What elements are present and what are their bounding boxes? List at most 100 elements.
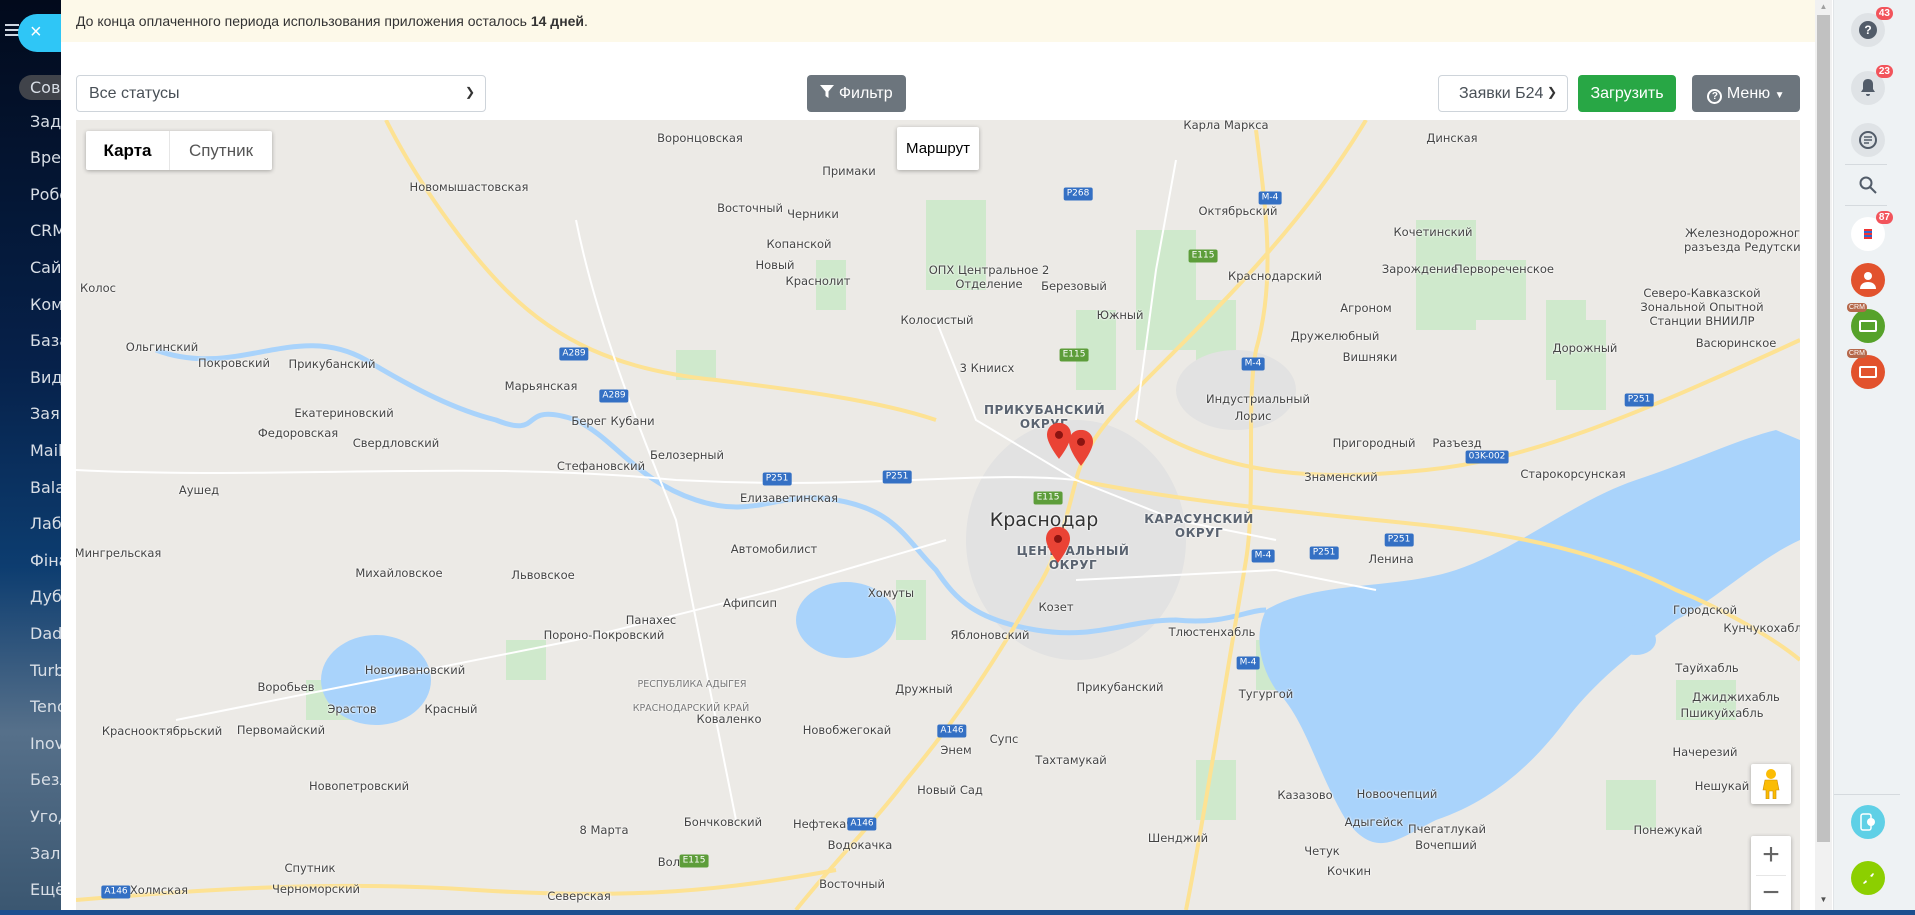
map-place-label: Воробьев <box>257 680 315 694</box>
sidebar-item[interactable]: Mail <box>30 441 61 460</box>
map-place-label: Тауйхабль <box>1675 661 1739 675</box>
map-place-label: Супс <box>989 732 1019 746</box>
map-place-label: КАРАСУНСКИЙ ОКРУГ <box>1144 512 1254 540</box>
notifications-button[interactable]: 23 <box>1851 65 1893 105</box>
map-place-label: Холмская <box>129 883 189 897</box>
map-place-label: Пригородный <box>1332 436 1416 450</box>
sidebar-item[interactable]: Залежи <box>30 844 61 863</box>
map-place-label: Адыгейск <box>1344 815 1404 829</box>
road-shield: A289 <box>599 389 629 403</box>
map-place-label: Ольгинский <box>125 340 199 354</box>
road-shield: E115 <box>1188 249 1218 263</box>
map-place-label: 3 Книисх <box>959 361 1015 375</box>
map-place-label: Краснооктябрьский <box>101 724 223 738</box>
map-type-satellite-button[interactable]: Спутник <box>169 131 272 170</box>
map-place-label: Примаки <box>822 164 876 178</box>
sidebar-item[interactable]: Ещё <box>30 880 61 899</box>
menu-dropdown-button[interactable]: ? Меню ▼ <box>1692 75 1800 112</box>
left-sidebar: × Совместная Задачи Время Роботы CRM Сайты Ком… <box>0 0 61 915</box>
sidebar-item[interactable]: Видео <box>30 368 61 387</box>
map-place-label: Яблоновский <box>950 628 1030 642</box>
map-marker[interactable] <box>1047 422 1071 459</box>
street-view-pegman[interactable] <box>1751 764 1791 804</box>
sidebar-item[interactable]: Фінанси <box>30 551 61 570</box>
source-select[interactable]: Заявки Б24 ❯ <box>1438 75 1568 112</box>
sidebar-item[interactable]: Задачи <box>30 112 61 131</box>
map-marker[interactable] <box>1069 429 1093 466</box>
map-place-label: Новый Сад <box>917 783 983 797</box>
map-place-label: Зарождение <box>1381 262 1459 276</box>
mobile-cloud-button[interactable] <box>1851 805 1885 839</box>
sidebar-item[interactable]: Компания <box>30 295 61 314</box>
sidebar-item[interactable]: Turbo <box>30 661 61 680</box>
menu-icon[interactable] <box>5 24 19 36</box>
map-place-label: Краснодар <box>989 509 1099 531</box>
chat-button[interactable] <box>1851 123 1885 157</box>
sidebar-item[interactable]: Безлимит <box>30 770 61 789</box>
crm-label: CRM <box>1847 303 1867 312</box>
scroll-down-icon[interactable]: ▼ <box>1815 895 1832 904</box>
sidebar-item[interactable]: Дубли <box>30 587 61 606</box>
scrollbar[interactable]: ▲ ▼ <box>1815 0 1832 910</box>
status-select[interactable]: Все статусы ❯ <box>76 75 486 112</box>
map-place-label: Железнодорожного разъезда Редутский <box>1683 226 1800 254</box>
scroll-up-icon[interactable]: ▲ <box>1815 2 1832 11</box>
divider <box>1834 794 1900 795</box>
help-button[interactable]: ? 43 <box>1851 7 1893 47</box>
filter-button[interactable]: Фильтр <box>807 75 906 112</box>
map-place-label: Мингрельская <box>76 546 162 560</box>
sidebar-item[interactable]: Tenols <box>30 697 61 716</box>
map-place-label: Воронцовская <box>657 131 743 145</box>
map-type-map-button[interactable]: Карта <box>86 131 169 170</box>
map-type-control: Карта Спутник <box>86 131 272 170</box>
map-place-label: Дружный <box>895 682 953 696</box>
map-place-label: Городской <box>1672 603 1738 617</box>
map-place-label: Шенджий <box>1147 831 1209 845</box>
map-place-label: Вишняки <box>1342 350 1398 364</box>
map-place-label: Агроном <box>1340 301 1392 315</box>
map-place-label: Покровский <box>198 356 270 370</box>
map-place-label: Панахес <box>625 613 677 627</box>
map-place-label: Северо-Кавказской Зональной Опытной Стан… <box>1640 286 1764 328</box>
user-profile-button[interactable] <box>1851 263 1885 297</box>
sidebar-item[interactable]: CRM <box>30 221 61 240</box>
sidebar-item[interactable]: Совместная <box>19 75 61 100</box>
sidebar-item[interactable]: Время <box>30 148 61 167</box>
zoom-out-button[interactable]: − <box>1751 876 1791 910</box>
map-place-label: Марьянская <box>504 379 578 393</box>
road-shield: M-4 <box>1251 549 1275 563</box>
close-slider-button[interactable]: × <box>18 14 61 52</box>
sidebar-item[interactable]: Лаборатория <box>30 514 61 533</box>
sidebar-item[interactable]: Угоды <box>30 807 61 826</box>
road-shield: E115 <box>1059 348 1089 362</box>
map-place-label: Динская <box>1426 131 1478 145</box>
search-button[interactable] <box>1851 168 1885 202</box>
chat-icon <box>1859 131 1877 149</box>
filter-icon <box>820 85 835 98</box>
call-button[interactable] <box>1851 861 1885 895</box>
sidebar-item[interactable]: Dadata <box>30 624 61 643</box>
sidebar-item[interactable]: Inova <box>30 734 61 753</box>
route-button[interactable]: Маршрут <box>897 127 979 170</box>
crm-app-orange-button[interactable]: CRM <box>1847 349 1885 389</box>
sidebar-item[interactable]: Роботы <box>30 185 61 204</box>
mobile-cloud-icon <box>1860 813 1875 831</box>
zoom-in-button[interactable]: + <box>1756 836 1786 876</box>
map-place-label: Дружелюбный <box>1290 329 1380 343</box>
map[interactable]: Воронцовская Карла Маркса Динская Новомышас… <box>76 120 1800 910</box>
map-place-label: Кочкин <box>1327 864 1371 878</box>
crm-app-green-button[interactable]: CRM <box>1847 303 1885 343</box>
scrollbar-thumb[interactable] <box>1817 15 1830 842</box>
sidebar-item[interactable]: Balance <box>30 478 61 497</box>
sidebar-item[interactable]: Заявки <box>30 404 61 423</box>
load-button[interactable]: Загрузить <box>1578 75 1676 112</box>
map-place-label: Карла Маркса <box>1183 120 1269 132</box>
crm-contact-icon <box>1859 366 1877 378</box>
app-redham-button[interactable]: 87 <box>1851 211 1893 251</box>
road-shield: A289 <box>559 347 589 361</box>
map-marker[interactable] <box>1046 526 1070 563</box>
map-place-label: Спутник <box>284 861 336 875</box>
map-place-label: Берег Кубани <box>571 414 655 428</box>
sidebar-item[interactable]: Сайты <box>30 258 61 277</box>
sidebar-item[interactable]: База <box>30 331 61 350</box>
